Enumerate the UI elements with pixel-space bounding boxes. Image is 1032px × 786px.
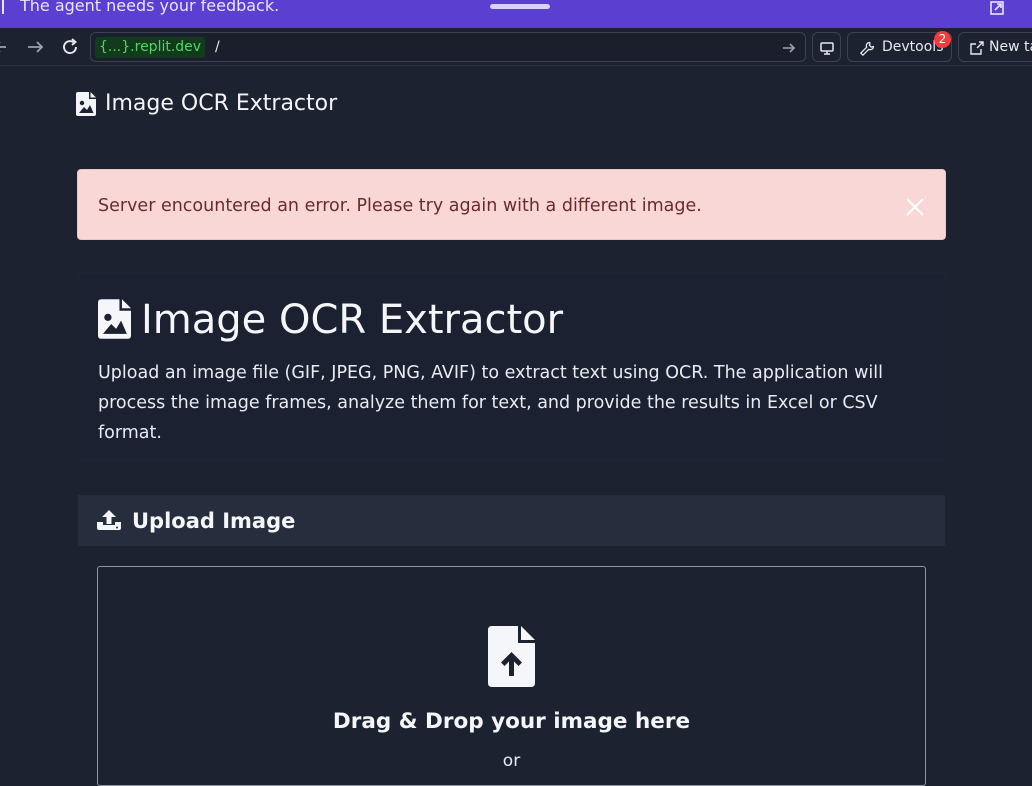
error-alert: Server encountered an error. Please try …	[77, 169, 946, 240]
banner-marker	[2, 0, 4, 14]
upload-icon	[97, 510, 121, 530]
forward-icon[interactable]	[26, 37, 46, 57]
new-tab-button[interactable]: New ta	[958, 32, 1032, 62]
url-path: /	[215, 39, 220, 55]
upload-card-header: Upload Image	[78, 495, 945, 546]
drop-zone-title: Drag & Drop your image here	[332, 709, 691, 734]
file-image-icon	[98, 299, 131, 339]
agent-feedback-bar[interactable]: The agent needs your feedback.	[0, 0, 1032, 28]
drop-zone[interactable]: Drag & Drop your image here or	[97, 566, 926, 786]
expand-icon[interactable]	[988, 0, 1006, 16]
brand-title: Image OCR Extractor	[105, 91, 338, 116]
new-tab-label: New ta	[989, 39, 1032, 55]
feedback-message: The agent needs your feedback.	[20, 0, 280, 15]
external-link-icon	[970, 41, 984, 55]
close-icon[interactable]	[904, 196, 926, 218]
reload-icon[interactable]	[60, 37, 80, 57]
screen-button[interactable]	[812, 32, 841, 62]
screen-icon	[820, 42, 834, 55]
alert-message: Server encountered an error. Please try …	[98, 196, 702, 216]
file-image-icon	[76, 92, 96, 116]
address-bar[interactable]: {...}.replit.dev /	[90, 32, 806, 62]
page-content: Image OCR Extractor Server encountered a…	[0, 67, 1032, 786]
upload-card-title: Upload Image	[132, 509, 296, 533]
url-domain-suffix: .replit.dev	[130, 39, 202, 55]
wrench-icon	[860, 41, 874, 56]
go-icon[interactable]	[781, 40, 797, 56]
url-domain-prefix: {...}	[99, 39, 131, 55]
drag-handle[interactable]	[490, 4, 550, 9]
url-domain: {...}.replit.dev	[95, 37, 206, 58]
back-icon[interactable]	[0, 37, 14, 57]
devtools-badge: 2	[934, 31, 951, 48]
file-upload-icon	[488, 626, 535, 687]
hero-section: Image OCR Extractor Upload an image file…	[78, 273, 946, 459]
browser-toolbar: {...}.replit.dev / Devtools New ta	[0, 28, 1032, 66]
page-title: Image OCR Extractor	[141, 297, 564, 343]
page-description: Upload an image file (GIF, JPEG, PNG, AV…	[98, 363, 883, 443]
drop-zone-or: or	[502, 751, 521, 771]
